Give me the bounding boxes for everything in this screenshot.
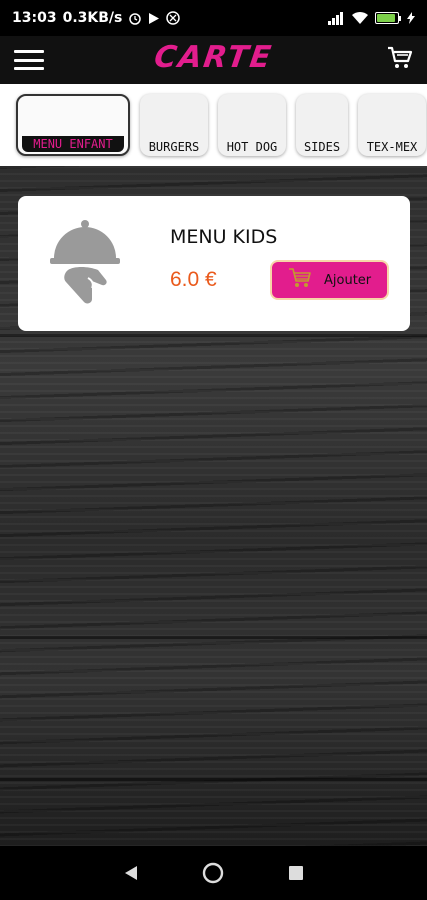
status-bar: 13:03 0.3KB/s [0,0,427,36]
tab-menu-enfant[interactable]: MENU ENFANT [16,94,130,156]
wifi-icon [351,11,369,25]
menu-content: MENU KIDS 6.0 € Ajouter [0,166,427,846]
shopping-cart-icon[interactable] [387,46,413,74]
app-title: CARTE [152,40,275,75]
tab-label: MENU ENFANT [22,136,124,152]
status-net-speed: 0.3KB/s [62,10,123,26]
tab-label: BURGERS [148,140,200,154]
hamburger-menu-icon[interactable] [14,50,44,70]
background-divider [0,778,427,781]
add-to-cart-button[interactable]: Ajouter [270,260,389,300]
recents-square-icon[interactable] [276,853,316,893]
product-name: MENU KIDS [170,226,278,248]
tab-tex-mex[interactable]: TEX-MEX [358,94,426,156]
vpn-icon [166,11,181,25]
tab-label: SIDES [303,140,341,154]
cart-icon [288,266,312,294]
alarm-icon [128,11,142,25]
background-divider [0,334,427,337]
product-price: 6.0 € [170,268,217,291]
play-store-icon [148,12,160,25]
tab-hot-dog[interactable]: HOT DOG [218,94,286,156]
add-button-label: Ajouter [324,272,372,288]
tab-label: HOT DOG [226,140,278,154]
tab-sides[interactable]: SIDES [296,94,348,156]
charging-icon [407,12,415,24]
cloche-serving-icon [48,218,122,308]
back-triangle-icon[interactable] [111,853,151,893]
product-card[interactable]: MENU KIDS 6.0 € Ajouter [18,196,410,331]
app-bar: CARTE [0,36,427,84]
tab-label: TEX-MEX [366,140,418,154]
signal-icon [327,11,345,25]
category-strip: MENU ENFANT BURGERS HOT DOG SIDES TEX-ME… [0,84,427,166]
background-divider [0,636,427,639]
battery-icon [375,12,401,24]
tab-burgers[interactable]: BURGERS [140,94,208,156]
status-time: 13:03 [12,10,57,26]
home-circle-icon[interactable] [193,853,233,893]
system-nav-bar [0,846,427,900]
